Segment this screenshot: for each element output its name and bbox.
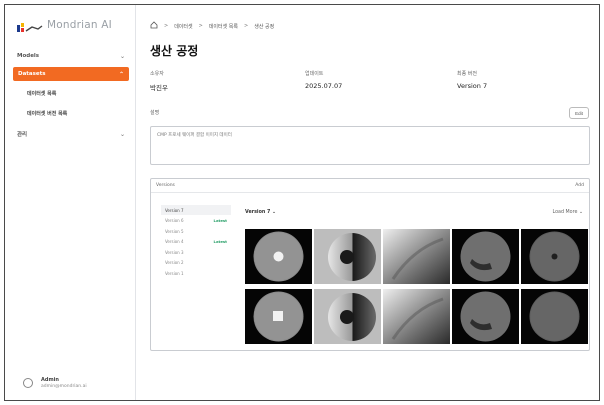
nav-group-models[interactable]: Models ⌄ (13, 49, 129, 63)
version-item-label: Version 3 (165, 249, 184, 255)
add-version-button[interactable]: Add (575, 183, 584, 188)
image-gallery (245, 229, 589, 345)
meta-version-label: 최종 버전 (457, 71, 477, 77)
edit-description-button[interactable]: Edit (569, 107, 589, 119)
wafer-image-thumbnail[interactable] (452, 289, 519, 344)
version-item-label: Version 1 (165, 270, 184, 276)
meta-updated-label: 업데이트 (305, 71, 324, 77)
user-name: Admin (41, 377, 59, 383)
versions-panel: Versions Add Version 7 Version 6 Latest … (150, 178, 590, 351)
meta-owner-label: 소유자 (150, 71, 164, 77)
nav-group-manage[interactable]: 관리 ⌄ (13, 127, 129, 141)
breadcrumb-separator-icon: > (198, 23, 203, 29)
version-list: Version 7 Version 6 Latest Version 5 Ver… (161, 205, 231, 279)
wafer-image-thumbnail[interactable] (521, 229, 588, 284)
nav-group-label: 관리 (17, 132, 28, 138)
versions-header-label: Versions (156, 183, 175, 188)
wafer-image-thumbnail[interactable] (314, 289, 381, 344)
version-item-label: Version 6 (165, 218, 184, 223)
user-profile[interactable]: Admin admin@mondrian.ai (13, 372, 129, 394)
page-title: 생산 공정 (150, 44, 199, 58)
meta-version-value: Version 7 (457, 82, 488, 90)
version-item-label: Version 2 (165, 260, 184, 265)
version-item[interactable]: Version 4 Latest (161, 237, 231, 247)
wafer-image-thumbnail[interactable] (245, 229, 312, 284)
logo[interactable]: Mondrian AI (17, 19, 112, 32)
version-item[interactable]: Version 5 (161, 226, 231, 236)
gallery-version-label: Version 7 (245, 210, 271, 215)
chevron-down-icon: ⌄ (119, 52, 125, 60)
wafer-image-thumbnail[interactable] (521, 289, 588, 344)
version-item[interactable]: Version 6 Latest (161, 216, 231, 226)
version-badge: Latest (213, 239, 227, 244)
version-item[interactable]: Version 1 (161, 268, 231, 278)
version-item[interactable]: Version 3 (161, 247, 231, 257)
logo-text: Mondrian AI (47, 19, 112, 31)
wafer-image-thumbnail[interactable] (383, 229, 450, 284)
version-item-label: Version 7 (165, 207, 184, 213)
chevron-down-icon: ⌄ (578, 210, 583, 215)
app-window: Mondrian AI Models ⌄ Datasets ⌃ 데이터셋 목록 … (4, 4, 600, 401)
breadcrumb-separator-icon: > (244, 23, 249, 29)
meta-updated-value: 2025.07.07 (305, 82, 343, 90)
chevron-down-icon: ⌄ (271, 210, 276, 215)
sidebar-item-dataset-version-list[interactable]: 데이터셋 버전 목록 (27, 110, 67, 117)
load-more-label: Load More (552, 210, 578, 215)
load-more-button[interactable]: Load More ⌄ (553, 210, 584, 215)
version-item[interactable]: Version 7 (161, 205, 231, 215)
breadcrumb-item-datasets[interactable]: 데이터셋 (174, 23, 192, 30)
wafer-image-thumbnail[interactable] (245, 289, 312, 344)
gallery-version-select[interactable]: Version 7 ⌄ (245, 210, 276, 215)
breadcrumb-item-dataset-list[interactable]: 데이터셋 목록 (209, 23, 238, 30)
wafer-image-thumbnail[interactable] (383, 289, 450, 344)
user-meta: Admin admin@mondrian.ai (41, 377, 87, 389)
version-item-label: Version 5 (165, 228, 184, 234)
sidebar: Mondrian AI Models ⌄ Datasets ⌃ 데이터셋 목록 … (5, 5, 136, 400)
nav-item-label: Datasets (18, 71, 46, 77)
wafer-image-thumbnail[interactable] (452, 229, 519, 284)
breadcrumb: > 데이터셋 > 데이터셋 목록 > 생산 공정 (150, 21, 274, 31)
chevron-up-icon: ⌃ (118, 70, 124, 78)
breadcrumb-item-current: 생산 공정 (254, 23, 275, 30)
sidebar-item-dataset-list[interactable]: 데이터셋 목록 (27, 90, 56, 97)
user-avatar-icon (23, 378, 33, 388)
user-email: admin@mondrian.ai (41, 384, 87, 389)
logo-mark-icon (17, 19, 43, 32)
version-badge: Latest (213, 218, 227, 223)
gallery-header: Version 7 ⌄ Load More ⌄ (245, 210, 583, 215)
version-item-label: Version 4 (165, 239, 184, 244)
description-label: 설명 (150, 110, 160, 116)
nav-group-label: Models (17, 53, 40, 59)
home-icon[interactable] (150, 21, 158, 31)
meta-owner-value: 박진우 (150, 84, 168, 92)
nav-item-datasets[interactable]: Datasets ⌃ (13, 67, 129, 81)
version-item[interactable]: Version 2 (161, 258, 231, 268)
main-content: > 데이터셋 > 데이터셋 목록 > 생산 공정 생산 공정 소유자 박진우 업… (136, 5, 599, 400)
chevron-down-icon: ⌄ (119, 130, 125, 138)
wafer-image-thumbnail[interactable] (314, 229, 381, 284)
description-field[interactable]: CMP 프로세 웨이퍼 결함 이미지 데이터 (150, 126, 590, 165)
breadcrumb-separator-icon: > (164, 23, 169, 29)
versions-header: Versions Add (151, 179, 589, 193)
